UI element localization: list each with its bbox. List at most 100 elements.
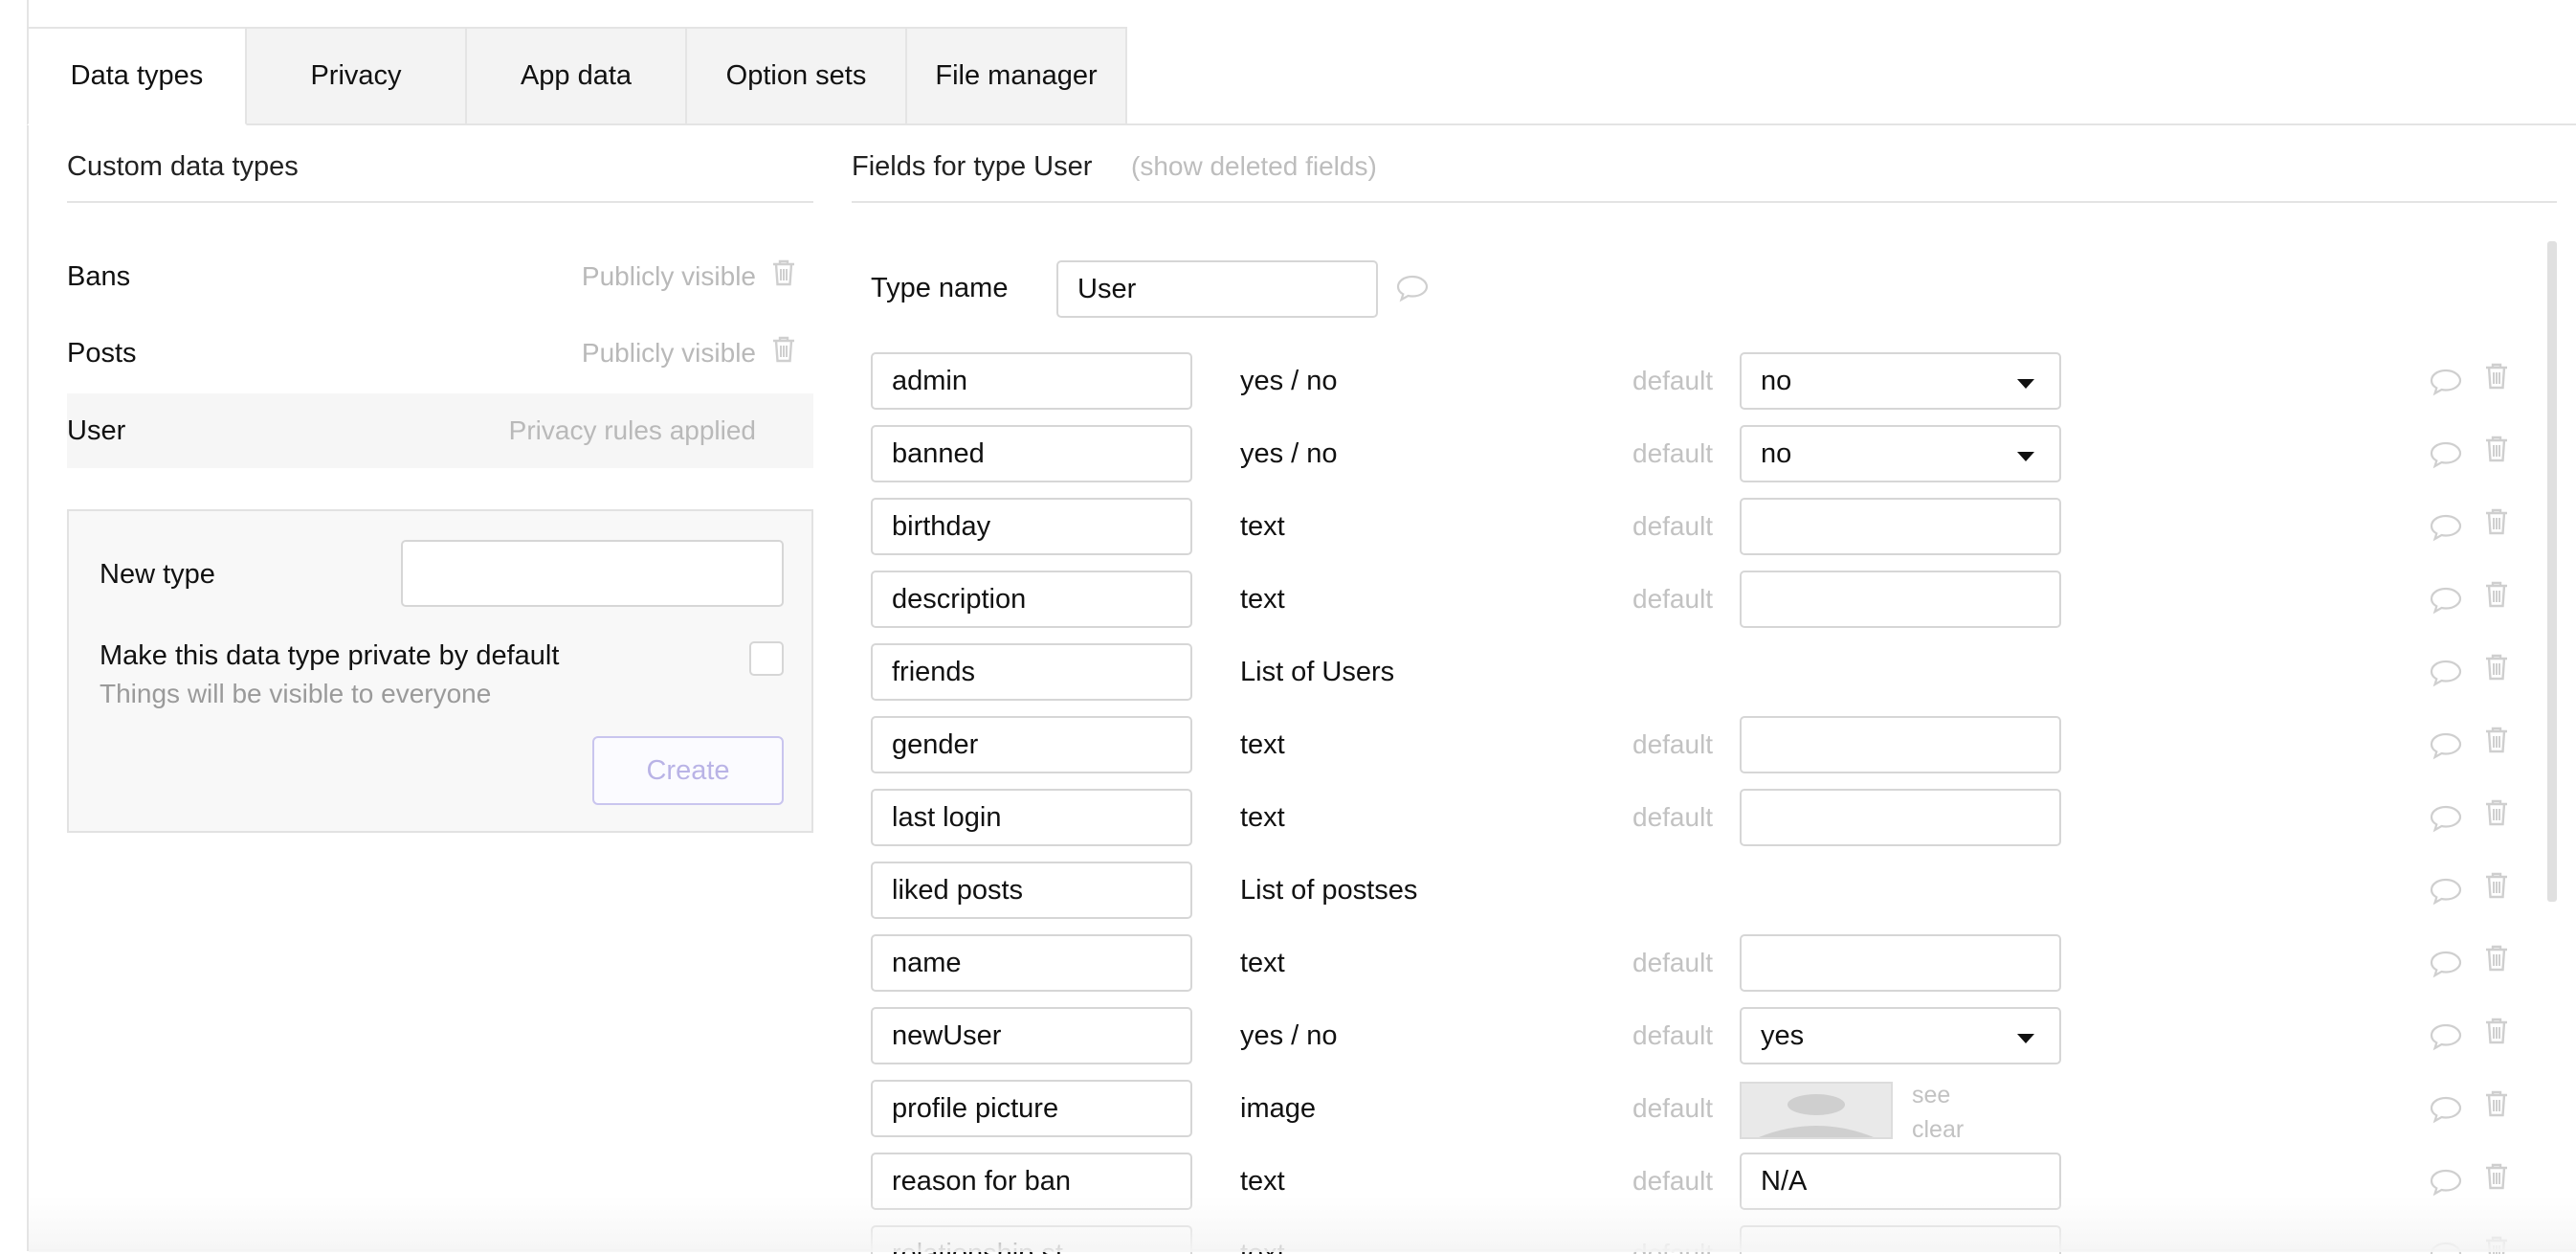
comment-icon[interactable] [2429,1095,2463,1129]
chevron-down-icon [2017,452,2034,461]
field-type: List of Users [1240,657,1395,687]
trash-icon[interactable] [2484,507,2509,541]
field-name-input[interactable]: description [871,571,1192,628]
field-type: text [1240,584,1285,615]
trash-icon[interactable] [2484,435,2509,468]
field-type: text [1240,1166,1285,1197]
field-name-input[interactable]: gender [871,716,1192,773]
field-type: text [1240,511,1285,542]
field-name-input[interactable]: newUser [871,1007,1192,1064]
trash-icon[interactable] [2484,1162,2509,1196]
default-select[interactable]: no [1740,352,2061,410]
field-row: liked posts List of postses [0,854,2576,927]
field-row: description text default [0,563,2576,636]
tabs-baseline [1127,123,2576,125]
field-type: yes / no [1240,438,1338,469]
field-name-input[interactable]: last login [871,789,1192,846]
comment-icon[interactable] [2429,659,2463,692]
tab-data-types[interactable]: Data types [27,27,247,125]
comment-icon[interactable] [2429,513,2463,547]
default-value: yes [1761,1019,1805,1051]
type-name-label: Type name [871,273,1009,303]
field-row: gender text default [0,708,2576,781]
tab-privacy[interactable]: Privacy [247,27,467,125]
type-name-input[interactable]: User [1056,260,1378,318]
trash-icon[interactable] [2484,1017,2509,1050]
fields-scrollbar[interactable] [2547,241,2557,902]
type-row-bans[interactable]: Bans Publicly visible [67,239,813,314]
tab-bar: Data types Privacy App data Option sets … [27,27,1127,125]
field-type: List of postses [1240,875,1418,906]
default-label: default [1632,366,1714,395]
image-links: see clear [1912,1078,1964,1147]
field-name-input[interactable]: name [871,934,1192,992]
trash-icon[interactable] [2484,362,2509,395]
trash-icon[interactable] [2484,653,2509,686]
field-row: profile picture image default see clear [0,1072,2576,1145]
default-label: default [1632,729,1714,759]
field-type: image [1240,1093,1316,1124]
tab-app-data[interactable]: App data [467,27,687,125]
default-label: default [1632,948,1714,977]
type-visibility: Publicly visible [581,261,756,291]
field-row: newUser yes / no default yes [0,999,2576,1072]
type-name: Bans [67,260,131,292]
comment-icon[interactable] [1395,274,1430,307]
comment-icon[interactable] [2429,804,2463,838]
bottom-fade [29,1197,2576,1252]
default-select[interactable]: yes [1740,1007,2061,1064]
tab-option-sets[interactable]: Option sets [687,27,907,125]
default-input[interactable] [1740,934,2061,992]
tab-file-manager[interactable]: File manager [907,27,1127,125]
show-deleted-fields-link[interactable]: (show deleted fields) [1131,151,1377,182]
trash-icon[interactable] [2484,580,2509,614]
trash-icon[interactable] [2484,798,2509,832]
default-label: default [1632,1093,1714,1123]
default-input[interactable] [1740,716,2061,773]
field-name-input[interactable]: admin [871,352,1192,410]
default-value: no [1761,365,1792,396]
field-type: text [1240,948,1285,978]
field-name-input[interactable]: friends [871,643,1192,701]
comment-icon[interactable] [2429,950,2463,983]
field-row: friends List of Users [0,636,2576,708]
comment-icon[interactable] [2429,586,2463,619]
field-row: banned yes / no default no [0,417,2576,490]
clear-image-link[interactable]: clear [1912,1112,1964,1147]
default-input[interactable] [1740,498,2061,555]
fields-heading: Fields for type User [852,151,1093,182]
comment-icon[interactable] [2429,731,2463,765]
field-type: yes / no [1240,366,1338,396]
comment-icon[interactable] [2429,440,2463,474]
field-type: text [1240,802,1285,833]
comment-icon[interactable] [2429,877,2463,910]
field-type: yes / no [1240,1020,1338,1051]
trash-icon[interactable] [2484,871,2509,905]
field-row: last login text default [0,781,2576,854]
see-image-link[interactable]: see [1912,1078,1964,1112]
chevron-down-icon [2017,379,2034,389]
field-name-input[interactable]: profile picture [871,1080,1192,1137]
trash-icon[interactable] [771,258,800,295]
field-row: name text default [0,927,2576,999]
field-name-input[interactable]: banned [871,425,1192,482]
trash-icon[interactable] [2484,726,2509,759]
field-row: admin yes / no default no [0,345,2576,417]
chevron-down-icon [2017,1034,2034,1043]
comment-icon[interactable] [2429,368,2463,401]
right-divider [852,201,2557,203]
default-label: default [1632,584,1714,614]
trash-icon[interactable] [2484,1089,2509,1123]
comment-icon[interactable] [2429,1022,2463,1056]
field-name-input[interactable]: liked posts [871,862,1192,919]
default-input[interactable] [1740,571,2061,628]
default-select[interactable]: no [1740,425,2061,482]
custom-data-types-heading: Custom data types [67,151,299,182]
default-input[interactable] [1740,789,2061,846]
default-label: default [1632,511,1714,541]
trash-icon[interactable] [2484,944,2509,977]
default-image-placeholder[interactable] [1740,1082,1893,1139]
default-label: default [1632,1020,1714,1050]
field-name-input[interactable]: birthday [871,498,1192,555]
default-label: default [1632,802,1714,832]
